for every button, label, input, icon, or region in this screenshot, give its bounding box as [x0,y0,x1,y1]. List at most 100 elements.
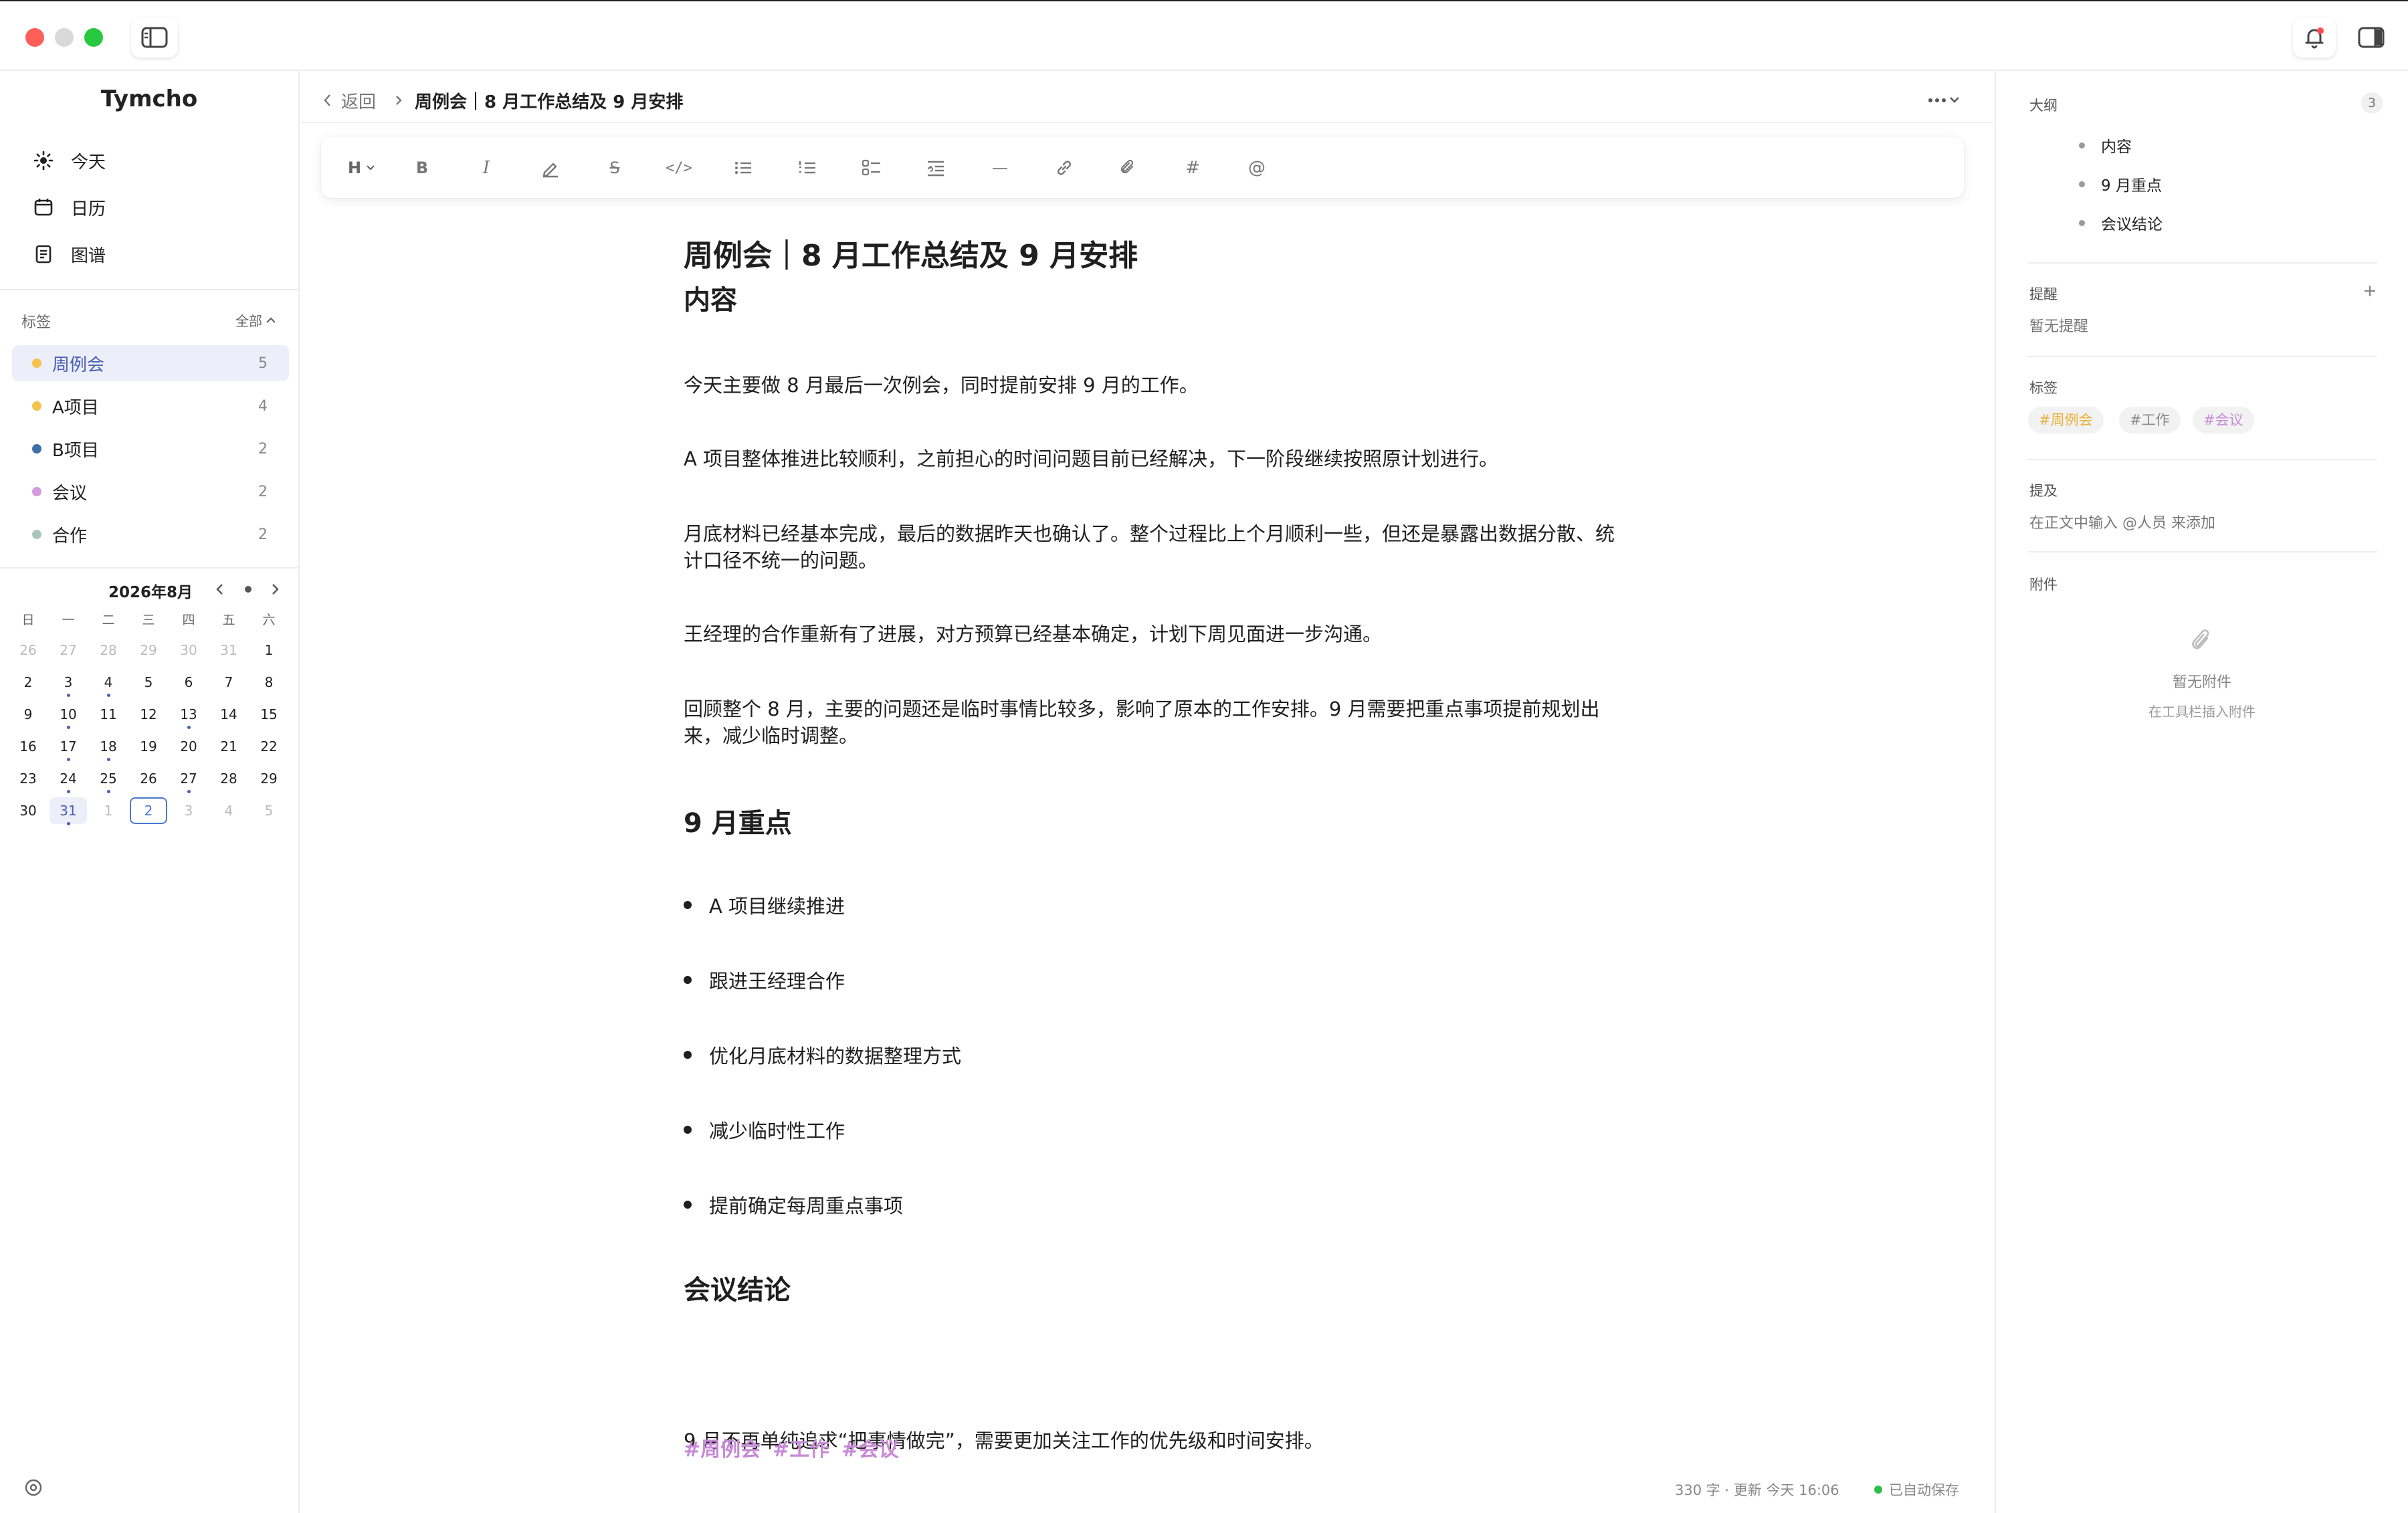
doc-tag[interactable]: #工作 [773,1433,829,1462]
doc-paragraph[interactable]: 今天主要做 8 月最后一次例会，同时提前安排 9 月的工作。 [684,372,1620,399]
tag-item-project-a[interactable]: A项目 4 [12,388,289,424]
calendar-day[interactable]: 2 [130,797,167,824]
doc-heading-conclusion[interactable]: 会议结论 [684,1268,1620,1307]
calendar-day[interactable]: 31 [49,797,87,825]
calendar-day[interactable]: 31 [210,637,247,664]
notifications-button[interactable] [2293,17,2336,58]
more-menu-button[interactable] [1924,88,1964,112]
chevron-right-icon[interactable] [268,582,282,597]
nav-item-calendar[interactable]: 日历 [33,193,106,222]
calendar-day[interactable]: 26 [130,765,167,792]
calendar-day[interactable]: 5 [130,669,167,696]
task-list-button[interactable] [854,150,890,186]
calendar-day[interactable]: 26 [9,637,47,664]
calendar-day[interactable]: 27 [170,765,207,793]
calendar-day[interactable]: 17 [49,733,87,761]
calendar-day[interactable]: 16 [9,733,47,760]
outline-item[interactable]: 会议结论 [2079,211,2163,234]
minimize-window-button[interactable] [55,28,74,47]
back-button[interactable]: 返回 [321,87,376,114]
calendar-day[interactable]: 13 [170,701,207,729]
link-button[interactable] [1046,150,1082,186]
divider-button[interactable]: — [982,150,1018,186]
doc-heading-content[interactable]: 内容 [684,278,1620,317]
calendar-day[interactable]: 3 [170,797,207,824]
calendar-day[interactable]: 24 [49,765,87,793]
doc-paragraph[interactable]: 月底材料已经基本完成，最后的数据昨天也确认了。整个过程比上个月顺利一些，但还是暴… [684,520,1620,574]
calendar-day[interactable]: 19 [130,733,167,760]
tag-item-weekly[interactable]: 周例会 5 [12,345,289,381]
calendar-day[interactable]: 4 [210,797,247,824]
tag-item-meeting[interactable]: 会议 2 [12,474,289,510]
calendar-day[interactable]: 8 [250,669,288,696]
doc-list-item[interactable]: 提前确定每周重点事项 [684,1191,903,1219]
ordered-list-button[interactable] [789,150,825,186]
calendar-day[interactable]: 27 [49,637,87,664]
mention-button[interactable]: @ [1239,150,1275,186]
calendar-day[interactable]: 29 [250,765,288,792]
today-dot-icon[interactable] [241,582,256,597]
doc-title[interactable]: 周例会｜8 月工作总结及 9 月安排 [684,231,1620,274]
doc-list-item[interactable]: A 项目继续推进 [684,891,845,919]
calendar-day[interactable]: 21 [210,733,247,760]
tag-chip[interactable]: #工作 [2119,407,2181,433]
strikethrough-button[interactable]: S [597,150,633,186]
bold-button[interactable]: B [404,150,440,186]
quote-button[interactable] [918,150,954,186]
calendar-day[interactable]: 5 [250,797,288,824]
doc-list-item[interactable]: 优化月底材料的数据整理方式 [684,1041,961,1069]
heading-button[interactable]: H [338,150,385,186]
calendar-day[interactable]: 18 [90,733,127,761]
calendar-day[interactable]: 1 [90,797,127,824]
sidebar-toggle-button[interactable] [131,17,178,58]
calendar-day[interactable]: 23 [9,765,47,792]
calendar-day[interactable]: 9 [9,701,47,728]
doc-paragraph[interactable]: A 项目整体推进比较顺利，之前担心的时间问题目前已经解决，下一阶段继续按照原计划… [684,445,1620,472]
calendar-day[interactable]: 30 [170,637,207,664]
settings-button[interactable] [20,1474,47,1501]
add-reminder-icon[interactable] [2361,282,2379,300]
calendar-day[interactable]: 14 [210,701,247,728]
calendar-day[interactable]: 25 [90,765,127,793]
tag-item-cooperation[interactable]: 合作 2 [12,516,289,552]
calendar-day[interactable]: 30 [9,797,47,824]
calendar-day[interactable]: 20 [170,733,207,760]
attachment-button[interactable] [1110,150,1146,186]
italic-button[interactable]: I [468,150,504,186]
close-window-button[interactable] [25,28,44,47]
calendar-day[interactable]: 3 [49,669,87,697]
tag-item-project-b[interactable]: B项目 2 [12,431,289,467]
zoom-window-button[interactable] [84,28,103,47]
doc-paragraph[interactable]: 王经理的合作重新有了进展，对方预算已经基本确定，计划下周见面进一步沟通。 [684,621,1620,647]
highlight-button[interactable] [532,150,569,186]
calendar-day[interactable]: 15 [250,701,288,728]
doc-tag[interactable]: #会议 [841,1433,898,1462]
outline-item[interactable]: 9 月重点 [2079,173,2162,195]
nav-item-graph[interactable]: 图谱 [33,239,106,269]
chevron-left-icon[interactable] [213,582,227,597]
bullet-list-button[interactable] [725,150,761,186]
tags-all-toggle[interactable]: 全部 [235,310,277,330]
doc-paragraph[interactable]: 回顾整个 8 月，主要的问题还是临时事情比较多，影响了原本的工作安排。9 月需要… [684,696,1620,749]
right-panel-toggle-button[interactable] [2348,17,2395,58]
calendar-day[interactable]: 4 [90,669,127,697]
calendar-day[interactable]: 29 [130,637,167,664]
calendar-day[interactable]: 7 [210,669,247,696]
calendar-day[interactable]: 1 [250,637,288,664]
nav-item-today[interactable]: 今天 [33,146,106,175]
calendar-day[interactable]: 12 [130,701,167,728]
calendar-day[interactable]: 10 [49,701,87,729]
tag-chip[interactable]: #会议 [2193,407,2254,433]
calendar-day[interactable]: 28 [90,637,127,664]
calendar-day[interactable]: 11 [90,701,127,728]
code-button[interactable]: </> [661,150,697,186]
calendar-day[interactable]: 6 [170,669,207,696]
doc-list-item[interactable]: 跟进王经理合作 [684,966,845,994]
doc-heading-focus[interactable]: 9 月重点 [684,801,1620,840]
outline-item[interactable]: 内容 [2079,134,2132,157]
calendar-day[interactable]: 2 [9,669,47,696]
tag-chip[interactable]: #周例会 [2028,407,2104,433]
calendar-day[interactable]: 28 [210,765,247,792]
doc-list-item[interactable]: 减少临时性工作 [684,1116,845,1144]
doc-tag[interactable]: #周例会 [684,1433,761,1462]
